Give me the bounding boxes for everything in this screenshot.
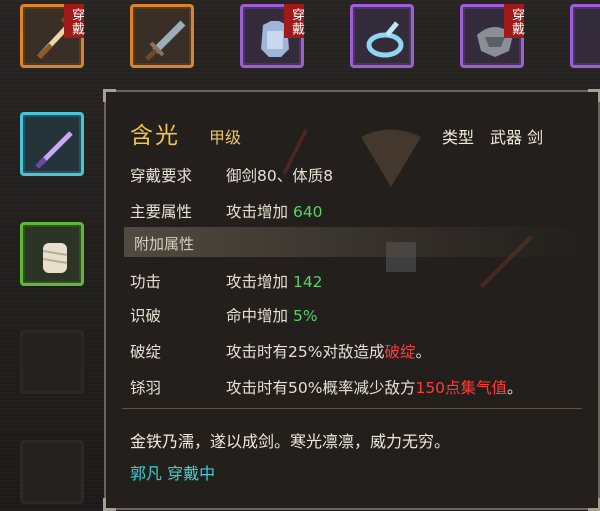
item-description: 金铁乃濡，遂以成剑。寒光凛凛，威力无穷。 <box>130 432 451 451</box>
skill-label: 破绽 <box>130 343 162 361</box>
tooltip-corner <box>588 89 600 102</box>
extra-attributes-title: 附加属性 <box>134 235 195 253</box>
background-fan-icon <box>361 129 421 187</box>
extra-attribute-text: 攻击增加 <box>226 273 289 291</box>
item-slot-partial[interactable] <box>570 4 600 68</box>
tooltip-corner <box>103 89 116 102</box>
item-grade: 甲级 <box>209 128 242 147</box>
main-attribute-text: 攻击增加 <box>226 203 289 221</box>
item-slot-bandage-glove[interactable] <box>20 222 84 286</box>
main-attribute-value: 640 <box>292 203 323 221</box>
item-slot-purple-sword[interactable] <box>20 112 84 176</box>
tooltip-corner <box>588 498 600 511</box>
equipped-badge: 穿戴 <box>504 4 524 38</box>
item-slot-armor[interactable]: 穿戴 <box>240 4 304 68</box>
extra-attribute-value: 5% <box>292 307 318 325</box>
iron-sword-icon <box>145 20 186 61</box>
item-slot-iron-sword[interactable] <box>130 4 194 68</box>
extra-attribute-text: 命中增加 <box>226 307 289 325</box>
tooltip-divider <box>122 408 582 409</box>
equipped-badge: 穿戴 <box>284 4 304 38</box>
equipped-badge: 穿戴 <box>64 4 84 38</box>
item-slot-wooden-sword[interactable]: 穿戴 <box>20 4 84 68</box>
jade-ornament-icon <box>366 21 404 58</box>
skill-highlight: 150点集气值 <box>415 379 508 397</box>
item-tooltip: 含光 甲级 类型 武器 剑 穿戴要求 御剑80、体质8 主要属性 攻击增加 64… <box>103 89 600 511</box>
skill-text-end: 。 <box>415 343 431 361</box>
skill-text: 攻击时有50%概率减少敌方 <box>226 379 416 397</box>
item-owner-status: 郭凡 穿戴中 <box>130 464 216 483</box>
item-type: 类型 武器 剑 <box>442 128 544 147</box>
item-slot-helmet[interactable]: 穿戴 <box>460 4 524 68</box>
main-attribute-label: 主要属性 <box>130 203 193 221</box>
bandage-glove-icon <box>42 243 68 273</box>
skill-highlight: 破绽 <box>384 343 416 361</box>
extra-attribute-label: 功击 <box>130 273 162 291</box>
requirement-value: 御剑80、体质8 <box>226 167 334 185</box>
skill-text-end: 。 <box>507 379 523 397</box>
extra-attribute-value: 142 <box>292 273 323 291</box>
item-slot-empty[interactable] <box>20 330 84 394</box>
skill-text: 攻击时有25%对敌造成 <box>226 343 385 361</box>
extra-attribute-label: 识破 <box>130 307 162 325</box>
requirement-label: 穿戴要求 <box>130 167 193 185</box>
item-slot-empty[interactable] <box>20 440 84 504</box>
item-name: 含光 <box>130 123 180 149</box>
extra-attributes-header: 附加属性 <box>124 227 594 257</box>
skill-label: 铩羽 <box>130 379 162 397</box>
item-slot-jade-ornament[interactable] <box>350 4 414 68</box>
purple-sword-icon <box>35 131 73 169</box>
tooltip-corner <box>103 498 116 511</box>
